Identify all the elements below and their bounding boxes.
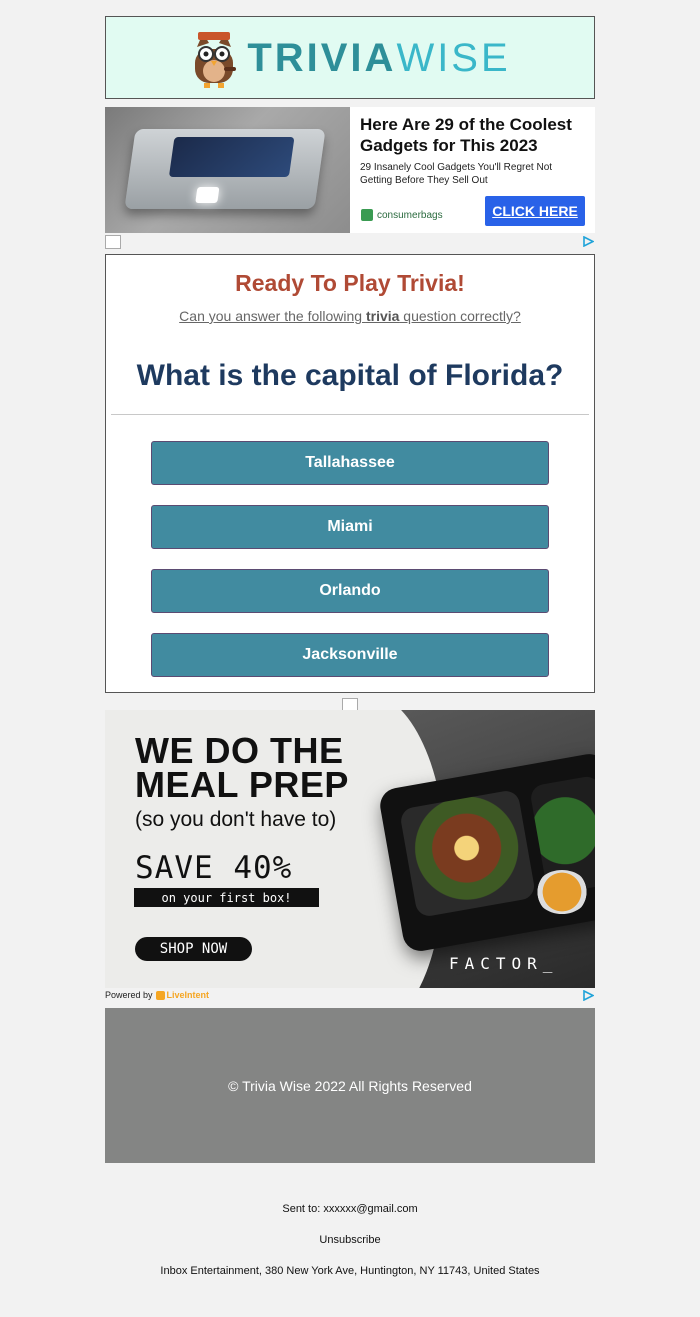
click-here-button[interactable]: CLICK HERE <box>485 196 585 226</box>
trivia-card: Ready To Play Trivia! Can you answer the… <box>105 254 595 693</box>
broken-image-icon <box>105 235 121 249</box>
prompt-text-end: question correctly? <box>399 308 521 324</box>
ad-tagline: (so you don't have to) <box>135 808 337 831</box>
ad-headline: WE DO THE MEAL PREP <box>135 730 349 805</box>
prompt-text-start: Can you answer the following <box>179 308 366 324</box>
trivia-question: What is the capital of Florida? <box>136 359 564 392</box>
ad-gadget-image[interactable] <box>105 107 350 233</box>
sent-to-label: Sent to: <box>282 1203 324 1215</box>
trivia-prompt[interactable]: Can you answer the following trivia ques… <box>106 308 594 324</box>
projector-graphic <box>124 129 326 209</box>
ad-brand-label: consumerbags <box>377 209 443 221</box>
footer-banner: © Trivia Wise 2022 All Rights Reserved <box>105 1008 595 1163</box>
logo-word-wise: WISE <box>396 35 511 80</box>
adchoices-icon[interactable] <box>583 236 594 247</box>
powered-by-label: Powered by <box>105 990 153 1000</box>
answer-button-4[interactable]: Jacksonville <box>151 633 549 677</box>
powered-by-liveintent[interactable]: Powered by LiveIntent <box>105 990 209 1000</box>
copyright-text: © Trivia Wise 2022 All Rights Reserved <box>228 1077 472 1094</box>
ad-headline-line1: WE DO THE <box>135 730 344 771</box>
ad-meal-prep[interactable]: WE DO THE MEAL PREP (so you don't have t… <box>105 710 595 988</box>
sent-to-line: Sent to: xxxxxx@gmail.com <box>0 1203 700 1215</box>
shop-now-button[interactable]: SHOP NOW <box>135 937 252 961</box>
prompt-text-bold: trivia <box>365 308 400 324</box>
sauce-cup-graphic <box>535 870 589 914</box>
liveintent-logo-icon <box>155 990 165 1000</box>
trivia-heading: Ready To Play Trivia! <box>235 270 465 296</box>
ad-discount-note: on your first box! <box>134 888 319 907</box>
ad-title[interactable]: Here Are 29 of the Coolest Gadgets for T… <box>360 114 585 156</box>
liveintent-label: LiveIntent <box>166 990 210 1000</box>
sent-to-email: xxxxxx@gmail.com <box>323 1203 418 1215</box>
ad-gadgets[interactable]: Here Are 29 of the Coolest Gadgets for T… <box>105 107 595 233</box>
ad-headline-line2: MEAL PREP <box>135 764 349 805</box>
logo-word-trivia: TRIVIA <box>247 35 397 80</box>
company-address: Inbox Entertainment, 380 New York Ave, H… <box>160 1265 540 1277</box>
divider <box>111 414 589 415</box>
brand-logo: TRIVIAWISE <box>247 38 510 78</box>
owl-mascot-icon <box>195 31 237 88</box>
ad-subtitle: 29 Insanely Cool Gadgets You'll Regret N… <box>360 162 553 186</box>
header-banner[interactable]: TRIVIAWISE <box>105 16 595 99</box>
adchoices-icon[interactable] <box>583 990 594 1001</box>
ad-discount: SAVE 40% <box>135 850 293 886</box>
factor-logo: FACTOR_ <box>449 954 559 973</box>
ad-brand: consumerbags <box>361 209 443 221</box>
answer-button-1[interactable]: Tallahassee <box>151 441 549 485</box>
consumerbags-logo-icon <box>361 209 373 221</box>
answer-button-3[interactable]: Orlando <box>151 569 549 613</box>
answer-button-2[interactable]: Miami <box>151 505 549 549</box>
unsubscribe-link[interactable]: Unsubscribe <box>0 1234 700 1246</box>
